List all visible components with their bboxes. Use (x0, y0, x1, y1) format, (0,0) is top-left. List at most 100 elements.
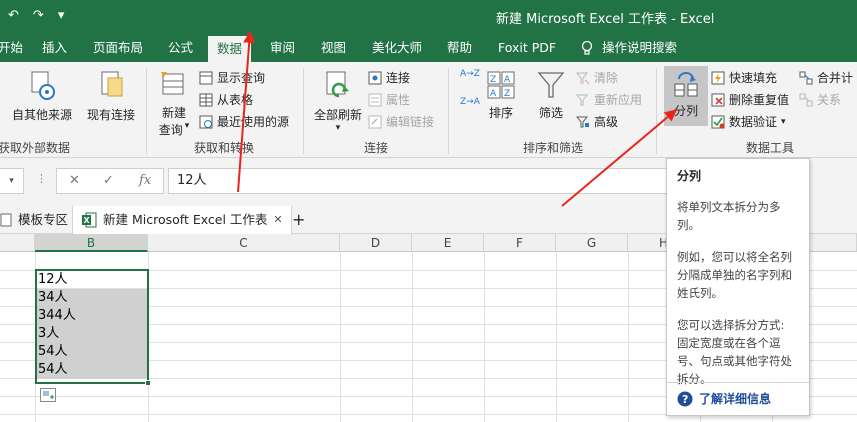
cell-b7[interactable]: 54人 (35, 361, 148, 379)
doc-tab-workbook[interactable]: X 新建 Microsoft Excel 工作表 ✕ (72, 206, 292, 234)
relationships-button[interactable]: 关系 (799, 90, 841, 110)
sort-az-button[interactable]: A→Z (460, 68, 480, 81)
existing-connections-icon (101, 71, 123, 97)
reapply-button[interactable]: 重新应用 (576, 90, 642, 110)
from-table-button[interactable]: 从表格 (199, 90, 253, 110)
cell-b3[interactable]: 34人 (35, 289, 148, 307)
new-tab-button[interactable]: + (292, 206, 305, 234)
advanced-filter-button[interactable]: 高级 (576, 112, 618, 132)
ribbon-tab-bar: 开始 插入 页面布局 公式 数据 审阅 视图 美化大师 帮助 Foxit PDF… (0, 34, 857, 62)
formula-bar-grip-icon: ⋮ (36, 172, 47, 185)
tab-formulas[interactable]: 公式 (168, 34, 193, 62)
ribbon-separator (448, 68, 449, 154)
column-header-f[interactable]: F (484, 234, 556, 252)
ribbon: 自其他来源 现有连接 获取外部数据 新建 查询 ▾ 显示查询 从表格 最近使用的… (0, 62, 857, 158)
flash-fill-icon (711, 71, 725, 85)
connections-icon (368, 71, 382, 85)
clear-filter-button[interactable]: 清除 (576, 68, 618, 88)
properties-icon (368, 93, 382, 107)
sort-za-button[interactable]: Z→A (460, 96, 480, 109)
consolidate-button[interactable]: 合并计 (799, 68, 853, 88)
tab-page-layout[interactable]: 页面布局 (93, 34, 143, 62)
tab-data[interactable]: 数据 (208, 36, 252, 62)
quick-access-toolbar: ↶ ↷ ▾ (8, 8, 64, 23)
new-query-button[interactable]: 新建 查询 ▾ (154, 70, 194, 138)
svg-text:X: X (84, 216, 91, 225)
ribbon-separator (303, 68, 304, 154)
window-title: 新建 Microsoft Excel 工作表 - Excel (496, 12, 715, 27)
svg-text:A: A (504, 75, 511, 85)
doc-tab-templates[interactable]: 模板专区 (0, 206, 68, 234)
consolidate-icon (799, 71, 813, 85)
fill-handle[interactable] (145, 380, 151, 386)
show-queries-button[interactable]: 显示查询 (199, 68, 265, 88)
refresh-all-label: 全部刷新 (313, 108, 362, 122)
svg-text:?: ? (682, 393, 688, 406)
column-header-e[interactable]: E (412, 234, 484, 252)
recent-sources-button[interactable]: 最近使用的源 (199, 112, 289, 132)
advanced-filter-icon (576, 116, 589, 128)
insert-function-icon[interactable]: fx (139, 173, 151, 188)
learn-more-label: 了解详细信息 (699, 392, 772, 406)
other-sources-icon (31, 71, 55, 100)
cell-b2[interactable]: 12人 (35, 271, 148, 289)
lightbulb-icon (581, 40, 593, 55)
formula-input[interactable]: 12人 (168, 168, 688, 194)
new-query-icon (161, 72, 184, 95)
refresh-all-caret: ▾ (335, 123, 341, 133)
tab-view[interactable]: 视图 (321, 34, 346, 62)
tab-foxit-pdf[interactable]: Foxit PDF (498, 34, 556, 62)
redo-icon[interactable]: ↷ (33, 8, 44, 23)
cell-b4[interactable]: 344人 (35, 307, 148, 325)
tab-home[interactable]: 开始 (0, 34, 23, 62)
text-to-columns-icon (674, 72, 698, 97)
quick-analysis-icon[interactable] (40, 388, 56, 402)
cell-b6[interactable]: 54人 (35, 343, 148, 361)
connections-button[interactable]: 连接 (368, 68, 410, 88)
group-get-transform: 获取和转换 (194, 141, 255, 155)
undo-icon[interactable]: ↶ (8, 8, 19, 23)
cancel-icon[interactable]: ✕ (69, 173, 80, 188)
select-all-corner[interactable] (0, 234, 35, 252)
edit-links-button[interactable]: 编辑链接 (368, 112, 434, 132)
column-header-c[interactable]: C (148, 234, 340, 252)
cell-b5[interactable]: 3人 (35, 325, 148, 343)
new-query-caret: ▾ (184, 121, 190, 131)
existing-connections-button[interactable]: 现有连接 (84, 70, 138, 123)
properties-label: 属性 (386, 93, 411, 107)
from-other-sources-button[interactable]: 自其他来源 (8, 70, 76, 123)
data-validation-button[interactable]: 数据验证 ▾ (711, 112, 786, 132)
tab-help[interactable]: 帮助 (447, 34, 472, 62)
properties-button[interactable]: 属性 (368, 90, 410, 110)
tooltip-description: 将单列文本拆分为多列。 (677, 200, 781, 232)
remove-duplicates-button[interactable]: 删除重复值 (711, 90, 789, 110)
customize-qat-icon[interactable]: ▾ (58, 8, 65, 23)
new-query-label-2: 查询 (158, 123, 183, 137)
reapply-icon (576, 94, 589, 106)
recent-sources-icon (199, 115, 213, 129)
flash-fill-button[interactable]: 快速填充 (711, 68, 777, 88)
text-to-columns-button[interactable]: 分列 (664, 66, 708, 126)
filter-button[interactable]: 筛选 (534, 70, 568, 121)
tooltip-title: 分列 (677, 169, 702, 183)
name-box-dropdown[interactable]: ▾ (0, 168, 24, 194)
sort-button[interactable]: ZAAZ 排序 (484, 70, 518, 121)
tab-insert[interactable]: 插入 (42, 34, 67, 62)
column-header-d[interactable]: D (340, 234, 412, 252)
from-table-icon (199, 93, 213, 107)
tab-review[interactable]: 审阅 (270, 34, 295, 62)
refresh-all-button[interactable]: 全部刷新 ▾ (312, 70, 364, 133)
refresh-all-icon (326, 71, 349, 98)
tell-me-search[interactable]: 操作说明搜索 (580, 34, 677, 62)
learn-more-link[interactable]: ? 了解详细信息 (677, 390, 771, 407)
column-header-g[interactable]: G (556, 234, 628, 252)
enter-icon[interactable]: ✓ (103, 173, 114, 188)
sort-za-label: Z→A (460, 97, 480, 107)
text-to-columns-label: 分列 (673, 104, 698, 118)
close-tab-icon[interactable]: ✕ (273, 206, 282, 234)
column-header-b[interactable]: B (35, 234, 148, 252)
help-icon: ? (677, 391, 693, 406)
text-to-columns-tooltip: 分列 将单列文本拆分为多列。 例如，您可以将全名列分隔成单独的名字列和姓氏列。 … (666, 158, 810, 416)
tab-beautify[interactable]: 美化大师 (372, 34, 422, 62)
edit-links-label: 编辑链接 (386, 115, 435, 129)
